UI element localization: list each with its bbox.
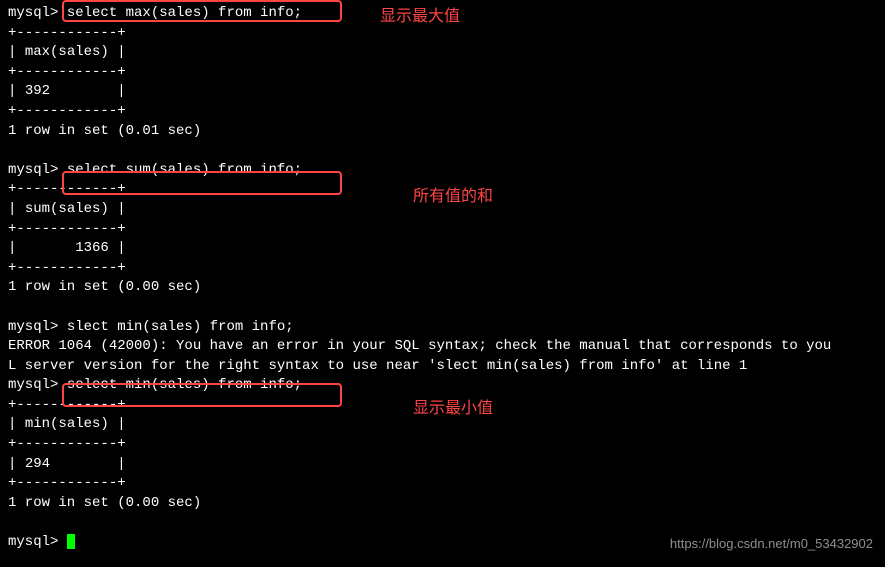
mysql-prompt: mysql>: [8, 377, 67, 393]
result-value: 392: [25, 83, 50, 99]
annotation-text: 所有值的和: [413, 186, 493, 208]
sql-command-typo: slect min(sales) from info;: [67, 319, 294, 335]
timing-info: 1 row in set (0.01 sec): [8, 122, 877, 142]
table-data-row: | 392 |: [8, 82, 877, 102]
table-border: +------------+: [8, 63, 877, 83]
annotation-text: 显示最小值: [413, 398, 493, 420]
mysql-prompt: mysql>: [8, 5, 67, 21]
table-header-row: | max(sales) |: [8, 43, 877, 63]
table-border: +------------+: [8, 259, 877, 279]
watermark-text: https://blog.csdn.net/m0_53432902: [670, 535, 873, 553]
timing-info: 1 row in set (0.00 sec): [8, 278, 877, 298]
column-header: sum(sales): [25, 201, 109, 217]
table-border: +------------+: [8, 474, 877, 494]
table-data-row: | 294 |: [8, 455, 877, 475]
error-message: L server version for the right syntax to…: [8, 357, 877, 377]
column-header: min(sales): [25, 416, 109, 432]
table-border: +------------+: [8, 220, 877, 240]
sql-command-max: select max(sales) from info;: [67, 5, 302, 21]
mysql-prompt: mysql>: [8, 319, 67, 335]
table-border: +------------+: [8, 435, 877, 455]
result-value: 294: [25, 456, 50, 472]
column-header: max(sales): [25, 44, 109, 60]
result-value: 1366: [25, 240, 109, 256]
sql-command-sum: select sum(sales) from info;: [67, 162, 302, 178]
cursor-block-icon[interactable]: [67, 534, 75, 549]
table-border: +------------+: [8, 102, 877, 122]
sql-command-min: select min(sales) from info;: [67, 377, 302, 393]
annotation-text: 显示最大值: [380, 6, 460, 28]
timing-info: 1 row in set (0.00 sec): [8, 494, 877, 514]
mysql-prompt: mysql>: [8, 162, 67, 178]
table-data-row: | 1366 |: [8, 239, 877, 259]
terminal-output: mysql> select max(sales) from info; +---…: [8, 4, 877, 553]
error-message: ERROR 1064 (42000): You have an error in…: [8, 337, 877, 357]
mysql-prompt: mysql>: [8, 534, 67, 550]
